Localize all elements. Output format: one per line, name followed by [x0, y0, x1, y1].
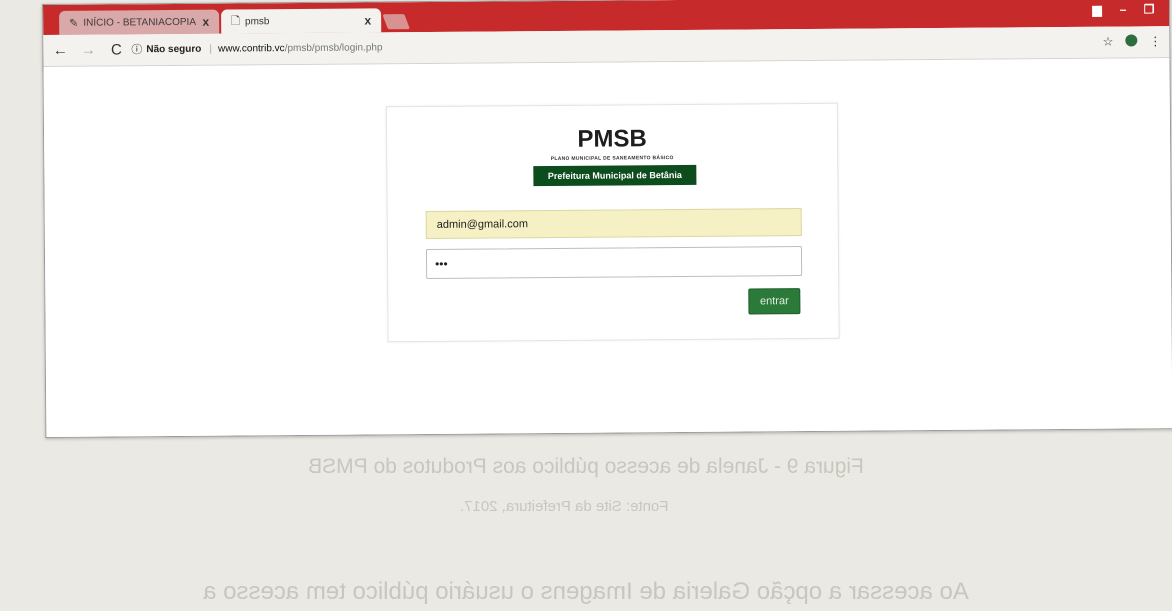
- info-icon[interactable]: ⓘ: [131, 41, 142, 57]
- figure-source: Fonte: Site da Prefeitura, 2017.: [460, 498, 669, 515]
- tab-title: INÍCIO - BETANIACOPIA: [83, 16, 197, 29]
- security-label: Não seguro: [146, 43, 202, 55]
- star-icon[interactable]: ☆: [1103, 35, 1114, 49]
- new-tab-button[interactable]: [382, 14, 410, 30]
- window-controls: ▆ – ❐: [1089, 2, 1157, 17]
- address-bar[interactable]: ⓘ Não seguro | www.contrib.vc /pmsb/pmsb…: [131, 31, 1111, 61]
- url-host: www.contrib.vc: [217, 42, 285, 55]
- tab-inicio[interactable]: ✎ INÍCIO - BETANIACOPIA x: [59, 9, 220, 35]
- password-field[interactable]: [425, 246, 803, 279]
- extension-icon[interactable]: [1125, 34, 1138, 47]
- forward-icon[interactable]: →: [77, 42, 99, 59]
- restore-icon[interactable]: ❐: [1141, 2, 1157, 16]
- logo-subtitle: PLANO MUNICIPAL DE SANEAMENTO BÁSICO: [550, 155, 674, 163]
- menu-icon[interactable]: ⋮: [1149, 34, 1161, 48]
- divider: |: [209, 43, 213, 55]
- page-viewport: PMSB PLANO MUNICIPAL DE SANEAMENTO BÁSIC…: [43, 58, 1172, 438]
- page-icon: 🗋: [231, 14, 241, 28]
- login-button[interactable]: entrar: [748, 288, 801, 315]
- tab-title: pmsb: [244, 15, 270, 27]
- body-text: Ao acessar a opção Galeria de Imagens o …: [203, 578, 969, 605]
- url-path: /pmsb/pmsb/login.php: [284, 41, 383, 54]
- minimize-icon[interactable]: –: [1115, 2, 1131, 16]
- logo-banner: Prefeitura Municipal de Betânia: [533, 164, 697, 187]
- figure-caption: Figura 9 - Janela de acesso público aos …: [308, 455, 864, 478]
- toolbar-actions: ☆ ⋮: [1103, 34, 1162, 48]
- back-icon[interactable]: ←: [49, 42, 71, 59]
- user-icon[interactable]: ▆: [1089, 3, 1105, 17]
- browser-window: ✎ INÍCIO - BETANIACOPIA x 🗋 pmsb x ▆ – ❐…: [42, 0, 1172, 438]
- login-panel: PMSB PLANO MUNICIPAL DE SANEAMENTO BÁSIC…: [385, 102, 840, 343]
- page-icon: ✎: [69, 17, 79, 30]
- tab-close-button[interactable]: x: [202, 15, 209, 29]
- email-field[interactable]: [425, 208, 802, 239]
- tab-close-button[interactable]: x: [364, 13, 371, 27]
- logo-title: PMSB: [577, 125, 647, 153]
- reload-icon[interactable]: C: [105, 41, 127, 58]
- tab-pmsb[interactable]: 🗋 pmsb x: [221, 8, 382, 34]
